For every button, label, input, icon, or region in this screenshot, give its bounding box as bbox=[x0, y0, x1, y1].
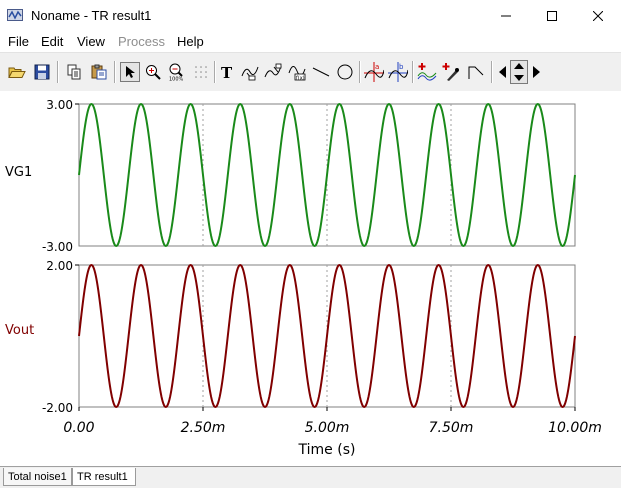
vout-ytick-min: -2.00 bbox=[42, 401, 73, 415]
window-title: Noname - TR result1 bbox=[31, 8, 152, 23]
minimize-button[interactable] bbox=[483, 0, 529, 31]
formula-label-icon[interactable]: f(x) bbox=[287, 62, 307, 82]
tab-tr-result1[interactable]: TR result1 bbox=[72, 468, 136, 486]
copy-icon[interactable] bbox=[64, 62, 84, 82]
cursor-b-icon[interactable]: b bbox=[388, 62, 408, 82]
svg-text:T: T bbox=[221, 64, 233, 80]
cursor-a-icon[interactable]: a bbox=[364, 62, 384, 82]
move-right-icon[interactable] bbox=[529, 62, 543, 82]
x-tick-label: 10.00m bbox=[548, 420, 602, 436]
menu-help[interactable]: Help bbox=[177, 34, 204, 49]
curve-label-2-icon[interactable] bbox=[263, 62, 283, 82]
close-icon bbox=[593, 10, 603, 21]
tab-total-noise1[interactable]: Total noise1 bbox=[3, 468, 72, 486]
move-left-icon[interactable] bbox=[496, 62, 510, 82]
circle-icon[interactable] bbox=[335, 62, 355, 82]
maximize-button[interactable] bbox=[529, 0, 575, 31]
waveform-chart[interactable]: 3.00 -3.00 VG1 2.00 -2.00 Vout 0.00 2.50m… bbox=[0, 91, 621, 466]
svg-text:a: a bbox=[375, 63, 379, 71]
vg1-panel: 3.00 -3.00 VG1 bbox=[5, 98, 576, 254]
svg-text:b: b bbox=[399, 63, 404, 71]
text-icon[interactable]: T bbox=[217, 62, 237, 82]
zoom-in-icon[interactable] bbox=[143, 62, 163, 82]
vg1-ytick-min: -3.00 bbox=[42, 240, 73, 254]
slope-icon[interactable] bbox=[466, 62, 486, 82]
svg-text:f(x): f(x) bbox=[296, 76, 305, 82]
maximize-icon bbox=[547, 10, 557, 21]
vout-ytick-max: 2.00 bbox=[46, 259, 73, 273]
vout-panel: 2.00 -2.00 Vout bbox=[5, 259, 576, 415]
minimize-icon bbox=[501, 15, 511, 16]
svg-text:100%: 100% bbox=[169, 77, 184, 82]
menu-bar: File Edit View Process Help bbox=[0, 31, 621, 51]
zoom-100-icon[interactable]: 100% bbox=[167, 62, 187, 82]
close-button[interactable] bbox=[575, 0, 621, 31]
app-icon bbox=[7, 9, 23, 21]
x-axis-label: Time (s) bbox=[298, 442, 356, 458]
add-curve-icon[interactable] bbox=[417, 62, 437, 82]
move-up-down-icon[interactable] bbox=[510, 60, 528, 84]
tab-bar: Total noise1 TR result1 bbox=[0, 466, 621, 488]
menu-process[interactable]: Process bbox=[118, 34, 165, 49]
paste-icon[interactable] bbox=[89, 62, 109, 82]
plot-area: 3.00 -3.00 VG1 2.00 -2.00 Vout 0.00 2.50m… bbox=[0, 91, 621, 466]
toolbar: 100% T f(x) a b bbox=[0, 52, 621, 92]
title-bar: Noname - TR result1 bbox=[0, 0, 621, 31]
menu-view[interactable]: View bbox=[77, 34, 105, 49]
x-tick-label: 7.50m bbox=[429, 420, 474, 436]
line-icon[interactable] bbox=[311, 62, 331, 82]
x-tick-label: 2.50m bbox=[181, 420, 226, 436]
add-marker-icon[interactable] bbox=[441, 62, 461, 82]
menu-edit[interactable]: Edit bbox=[41, 34, 63, 49]
curve-label-icon[interactable] bbox=[240, 62, 260, 82]
x-tick-label: 0.00 bbox=[63, 420, 94, 436]
grid-icon[interactable] bbox=[191, 62, 211, 82]
open-folder-icon[interactable] bbox=[7, 62, 27, 82]
menu-file[interactable]: File bbox=[8, 34, 29, 49]
vout-ylabel: Vout bbox=[5, 323, 34, 338]
save-icon[interactable] bbox=[32, 62, 52, 82]
vg1-ytick-max: 3.00 bbox=[46, 98, 73, 112]
vg1-ylabel: VG1 bbox=[5, 165, 32, 180]
select-arrow-icon[interactable] bbox=[120, 62, 140, 82]
x-tick-label: 5.00m bbox=[305, 420, 350, 436]
